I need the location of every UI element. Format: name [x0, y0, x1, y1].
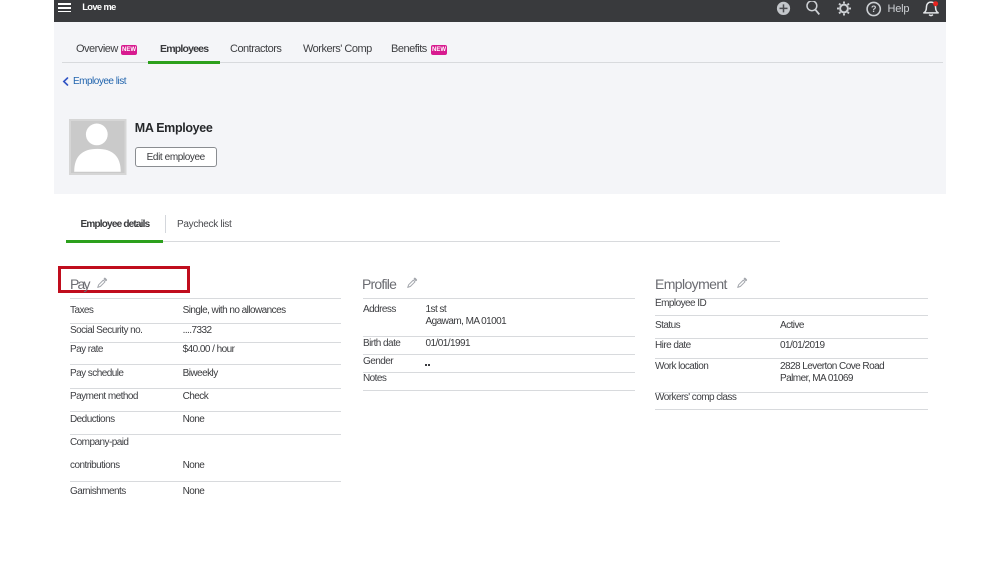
svg-text:?: ? — [871, 4, 877, 14]
